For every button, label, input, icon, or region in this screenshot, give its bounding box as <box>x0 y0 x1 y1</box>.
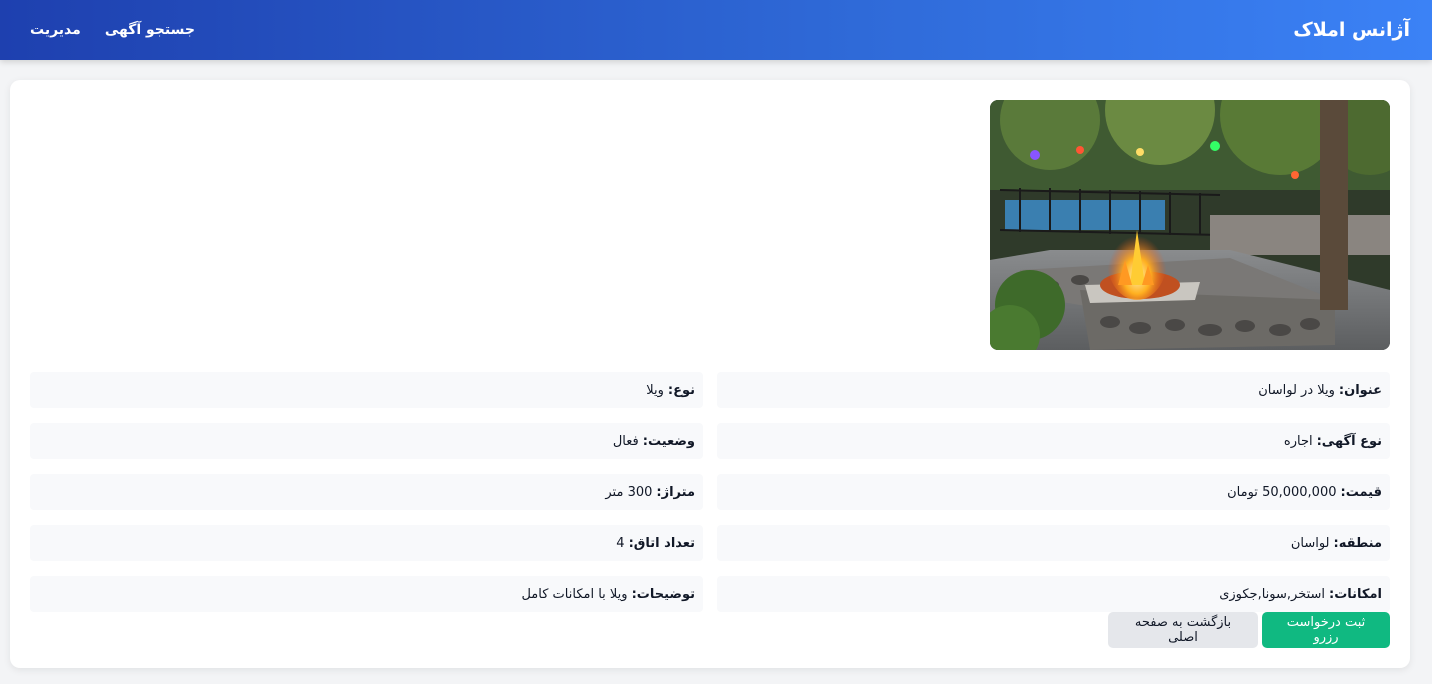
field-rooms: تعداد اتاق: 4 <box>30 525 703 561</box>
field-title: عنوان: ویلا در لواسان <box>717 372 1390 408</box>
field-price: قیمت: 50,000,000 تومان <box>717 474 1390 510</box>
field-region: منطقه: لواسان <box>717 525 1390 561</box>
top-navbar: آژانس املاک جستجو آگهی مدیریت <box>0 0 1432 60</box>
field-ad-type: نوع آگهی: اجاره <box>717 423 1390 459</box>
listing-fields: عنوان: ویلا در لواسان نوع: ویلا نوع آگهی… <box>30 372 1390 612</box>
listing-detail-card: عنوان: ویلا در لواسان نوع: ویلا نوع آگهی… <box>10 80 1410 668</box>
villa-fire-pit-image <box>990 100 1390 350</box>
field-area: متراژ: 300 متر <box>30 474 703 510</box>
nav-search-ads[interactable]: جستجو آگهی <box>105 22 195 38</box>
field-status: وضعیت: فعال <box>30 423 703 459</box>
back-home-button[interactable]: بازگشت به صفحه اصلی <box>1108 612 1258 648</box>
brand-title[interactable]: آژانس املاک <box>1293 19 1410 41</box>
field-description: توضیحات: ویلا با امکانات کامل <box>30 576 703 612</box>
field-amenities: امکانات: استخر,سونا,جکوزی <box>717 576 1390 612</box>
reserve-request-button[interactable]: ثبت درخواست رزرو <box>1262 612 1390 648</box>
field-type: نوع: ویلا <box>30 372 703 408</box>
nav-management[interactable]: مدیریت <box>30 22 81 38</box>
action-buttons: ثبت درخواست رزرو بازگشت به صفحه اصلی <box>1108 612 1390 648</box>
nav-links: جستجو آگهی مدیریت <box>30 22 195 38</box>
listing-photo <box>990 100 1390 350</box>
